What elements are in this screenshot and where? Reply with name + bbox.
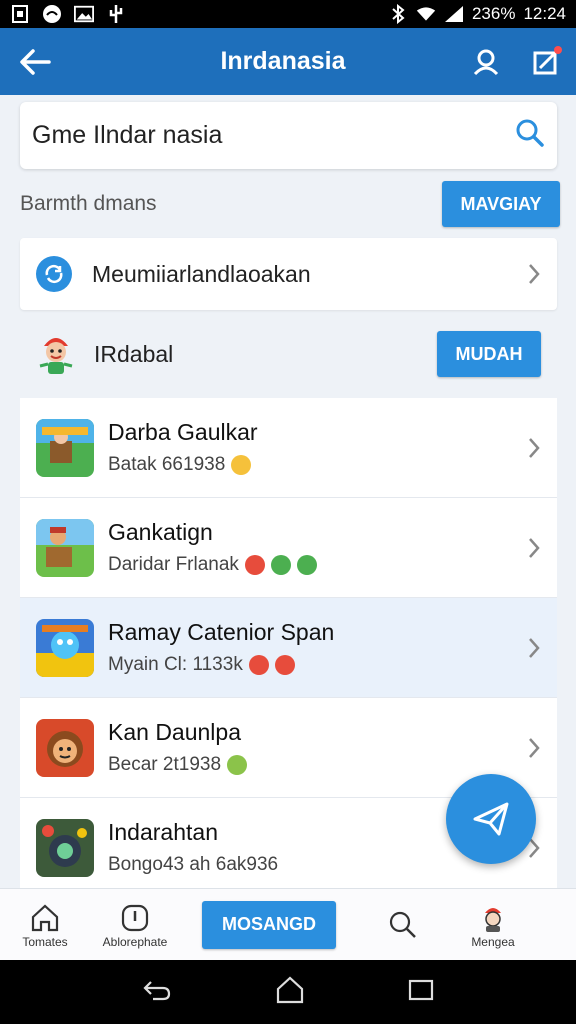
featured-label: IRdabal — [94, 340, 174, 367]
list-item-title: Kan Daunlpa — [108, 719, 241, 745]
chevron-right-icon — [529, 537, 540, 558]
chevron-right-icon — [529, 264, 540, 284]
section-action-button[interactable]: MAVGIAY — [442, 181, 560, 227]
list-item-title: Ramay Catenior Span — [108, 619, 335, 645]
usb-icon — [106, 5, 126, 23]
featured-action-button[interactable]: MUDAH — [437, 331, 541, 377]
send-fab[interactable] — [446, 774, 536, 864]
list-item[interactable]: Darba Gaulkar Batak 661938 — [20, 398, 557, 498]
list-item-subtitle: Daridar Frlanak — [108, 554, 239, 575]
game-thumbnail — [36, 518, 94, 577]
list-item-subtitle: Batak 661938 — [108, 454, 226, 475]
badge-icon — [270, 555, 291, 575]
profile-button[interactable] — [456, 28, 516, 95]
clock: 12:24 — [523, 4, 566, 23]
nav-alerts-label: Ablorephate — [102, 934, 168, 949]
back-button[interactable] — [0, 28, 70, 95]
gallery-icon — [74, 5, 94, 23]
nav-home-label: Tomates — [22, 934, 68, 949]
edit-button[interactable] — [516, 28, 576, 95]
featured-row[interactable]: IRdabal MUDAH — [20, 315, 557, 393]
section-header: Barmth dmans MAVGIAY — [20, 180, 560, 228]
signal-icon — [444, 5, 464, 23]
menu-row[interactable]: Meumiiarlandlaoakan — [20, 238, 557, 310]
nav-alerts[interactable]: Ablorephate — [90, 901, 180, 949]
list-item-title: Indarahtan — [108, 819, 218, 845]
section-label: Barmth dmans — [20, 192, 157, 215]
badge-icon — [244, 555, 265, 575]
battery-level: 236% — [471, 4, 516, 23]
list-item-subtitle: Myain Cl: 1133k — [108, 654, 243, 675]
back-icon[interactable] — [141, 978, 173, 1007]
nav-profile-label: Mengea — [471, 934, 515, 949]
home-icon — [31, 904, 59, 931]
badge-icon — [274, 655, 295, 675]
paper-plane-icon — [473, 802, 509, 836]
sync-icon — [36, 256, 72, 292]
nav-center-button[interactable]: MOSANGD — [202, 900, 336, 949]
game-thumbnail — [36, 818, 94, 877]
list-item-title: Darba Gaulkar — [108, 419, 258, 445]
list-item-subtitle: Bongo43 ah 6ak936 — [108, 854, 279, 875]
home-icon[interactable] — [275, 976, 305, 1009]
search-icon — [389, 911, 416, 938]
badge-icon — [248, 655, 269, 675]
nav-profile[interactable]: Mengea — [448, 901, 538, 949]
nav-home[interactable]: Tomates — [0, 901, 90, 949]
badge-icon — [227, 755, 248, 775]
chevron-right-icon — [529, 737, 540, 758]
sim-icon — [10, 5, 30, 23]
nav-search[interactable] — [358, 908, 448, 942]
game-thumbnail — [36, 618, 94, 677]
mascot-icon — [39, 338, 73, 374]
system-navigation-bar — [0, 960, 576, 1024]
badge-icon — [296, 555, 317, 575]
search-icon[interactable] — [515, 118, 545, 153]
list-item-title: Gankatign — [108, 519, 213, 545]
game-thumbnail — [36, 418, 94, 477]
user-icon — [473, 49, 499, 75]
app-bar: Inrdanasia — [0, 28, 576, 95]
list-item-subtitle: Becar 2t1938 — [108, 754, 222, 775]
menu-row-label: Meumiiarlandlaoakan — [92, 260, 311, 287]
list-item[interactable]: Gankatign Daridar Frlanak — [20, 498, 557, 598]
chevron-right-icon — [529, 437, 540, 458]
recents-icon[interactable] — [407, 978, 435, 1007]
bottom-navigation: Tomates Ablorephate MOSANGD Mengea — [0, 888, 576, 960]
wifi-icon — [416, 5, 436, 23]
search-input[interactable] — [32, 121, 515, 150]
list-item[interactable]: Ramay Catenior Span Myain Cl: 1133k — [20, 598, 557, 698]
message-icon — [42, 5, 62, 23]
page-title: Inrdanasia — [220, 47, 346, 75]
notification-dot — [554, 46, 562, 54]
smile-badge-icon — [231, 455, 252, 475]
avatar-icon — [485, 907, 501, 932]
arrow-left-icon — [20, 48, 51, 75]
search-bar[interactable] — [20, 102, 557, 169]
status-bar: 236% 12:24 — [0, 0, 576, 28]
chevron-right-icon — [529, 637, 540, 658]
alert-icon — [121, 904, 149, 931]
bluetooth-icon — [388, 4, 408, 24]
game-thumbnail — [36, 718, 94, 777]
